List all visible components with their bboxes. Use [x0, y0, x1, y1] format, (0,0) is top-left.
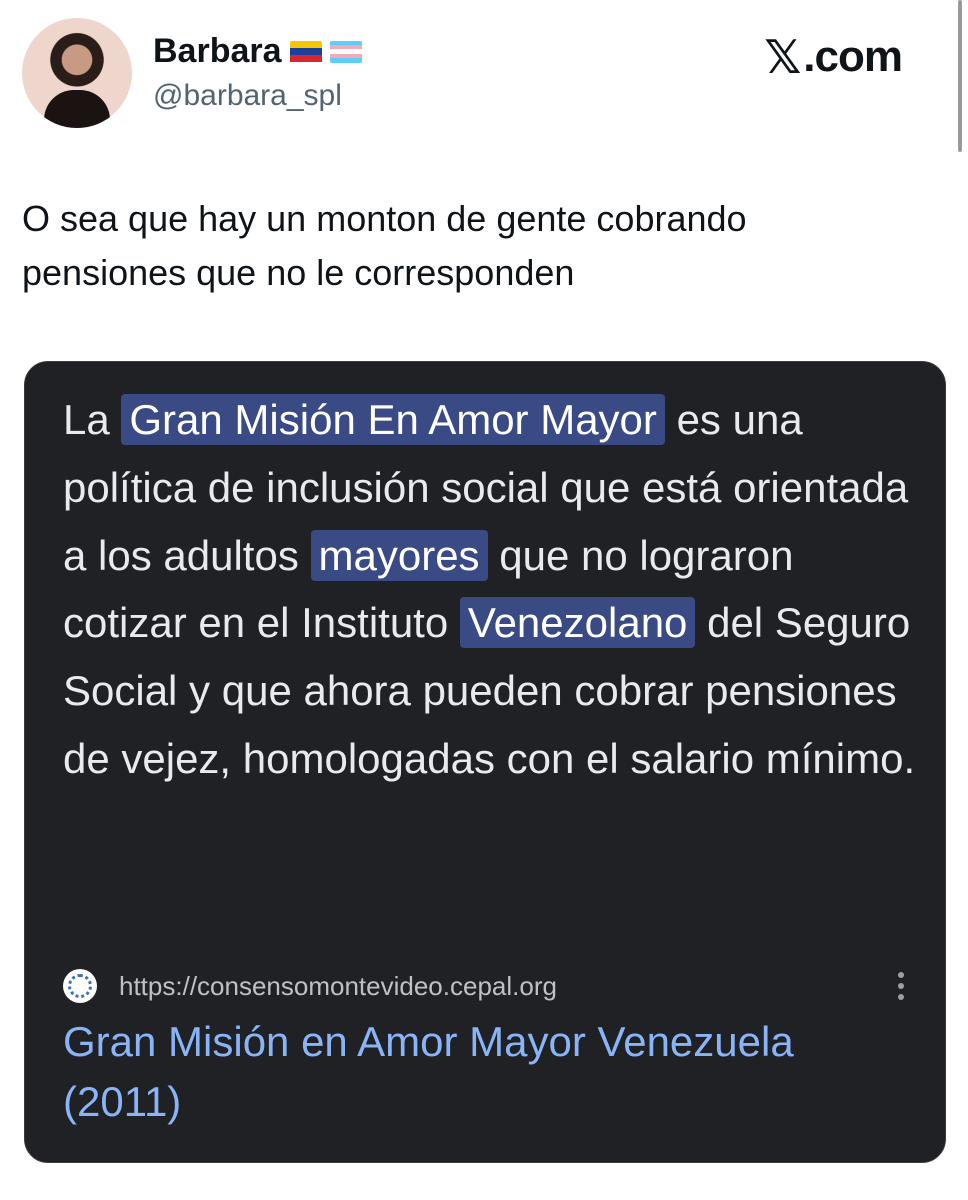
- tweet-text: O sea que hay un monton de gente cobrand…: [22, 192, 922, 300]
- tweet-line-1: O sea que hay un monton de gente cobrand…: [22, 198, 747, 239]
- venezuela-flag-icon: [289, 40, 322, 63]
- author-name[interactable]: Barbara: [153, 32, 282, 71]
- result-title-link[interactable]: Gran Misión en Amor Mayor Venezuela (201…: [63, 1012, 923, 1132]
- tweet-line-2: pensiones que no le corresponden: [22, 252, 575, 293]
- source-url[interactable]: https://consensomontevideo.cepal.org: [119, 971, 557, 1002]
- author-block: Barbara @barbara_spl: [153, 32, 362, 113]
- scrollbar[interactable]: [958, 0, 962, 152]
- highlight-gran-mision: Gran Misión En Amor Mayor: [121, 394, 665, 445]
- name-row: Barbara: [153, 32, 362, 71]
- source-row: https://consensomontevideo.cepal.org: [63, 966, 923, 1006]
- x-com-watermark: 𝕏 .com: [764, 30, 903, 84]
- search-snippet: La Gran Misión En Amor Mayor es una polí…: [63, 386, 923, 793]
- highlight-mayores: mayores: [310, 529, 488, 581]
- more-options-icon[interactable]: [891, 966, 911, 1006]
- x-logo-icon: 𝕏: [764, 30, 802, 84]
- attached-image-card[interactable]: La Gran Misión En Amor Mayor es una polí…: [24, 361, 946, 1163]
- highlight-venezolano: Venezolano: [459, 597, 696, 649]
- author-handle[interactable]: @barbara_spl: [153, 79, 362, 113]
- avatar-figure: [44, 90, 110, 128]
- snippet-text: La: [63, 396, 122, 443]
- avatar[interactable]: [22, 18, 132, 128]
- tweet-header: Barbara @barbara_spl 𝕏 .com: [22, 18, 922, 130]
- transgender-flag-icon: [329, 40, 362, 63]
- brand-suffix: .com: [803, 32, 903, 81]
- site-favicon-icon: [63, 969, 97, 1003]
